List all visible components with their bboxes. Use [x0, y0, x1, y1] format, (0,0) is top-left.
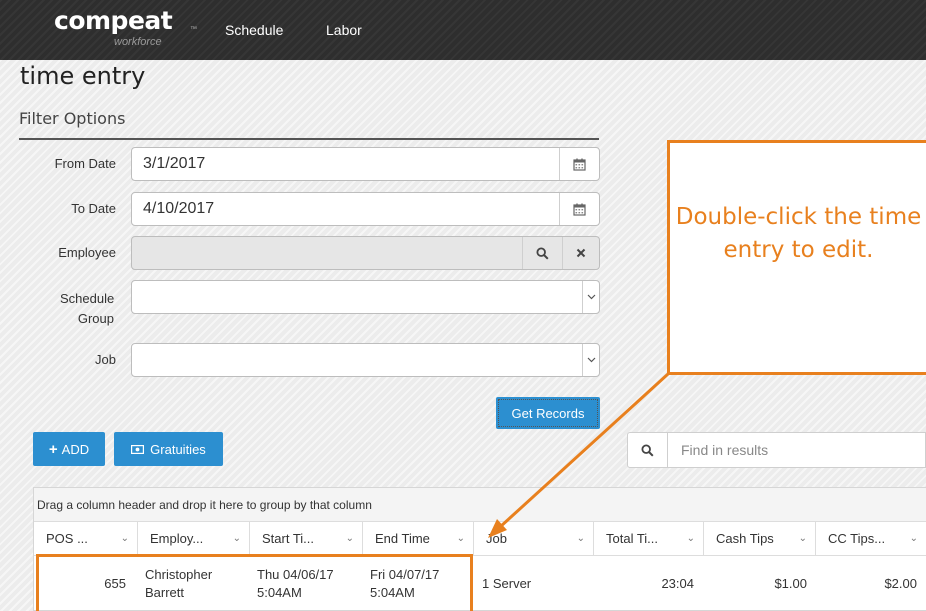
- column-header-cash-tips[interactable]: Cash Tips ⌄: [704, 522, 816, 556]
- column-header-label: CC Tips...: [828, 531, 886, 546]
- start-clock: 5:04AM: [257, 585, 302, 600]
- column-header-label: Job: [486, 531, 507, 546]
- end-clock: 5:04AM: [370, 585, 415, 600]
- schedule-group-label: Schedule Group: [0, 289, 114, 329]
- start-date: Thu 04/06/17: [257, 567, 334, 582]
- job-select[interactable]: [131, 343, 600, 377]
- chevron-down-icon[interactable]: ⌄: [121, 522, 129, 556]
- logo-subtext: workforce: [114, 36, 162, 48]
- schedule-group-label-text: Schedule Group: [60, 291, 115, 326]
- filter-divider: [19, 138, 599, 140]
- cell-job: 1 Server: [482, 576, 532, 591]
- top-nav-bar: compeat ™ workforce Schedule Labor: [0, 0, 926, 60]
- nav-labor[interactable]: Labor: [326, 22, 362, 38]
- cell-start-time: Thu 04/06/17 5:04AM: [257, 557, 361, 611]
- cell-total-time: 23:04: [661, 576, 694, 591]
- clear-icon[interactable]: [562, 237, 599, 269]
- cell-employee: Christopher Barrett: [145, 567, 213, 600]
- column-header-pos[interactable]: POS ... ⌄: [34, 522, 138, 556]
- search-placeholder: Find in results: [681, 442, 769, 458]
- schedule-group-select[interactable]: [131, 280, 600, 314]
- to-date-field[interactable]: 4/10/2017: [131, 192, 600, 226]
- column-header-employee[interactable]: Employ... ⌄: [138, 522, 250, 556]
- cell-cash-tips: $1.00: [774, 576, 807, 591]
- gratuities-button[interactable]: Gratuities: [114, 432, 223, 466]
- to-date-value: 4/10/2017: [143, 200, 215, 217]
- column-header-cc-tips[interactable]: CC Tips... ⌄: [816, 522, 926, 556]
- chevron-down-icon[interactable]: ⌄: [457, 522, 465, 556]
- job-label: Job: [95, 352, 116, 367]
- cell-pos: 655: [104, 576, 126, 591]
- column-header-job[interactable]: Job ⌄: [474, 522, 594, 556]
- gratuities-label: Gratuities: [150, 441, 206, 457]
- nav-schedule[interactable]: Schedule: [225, 22, 283, 38]
- column-header-label: End Time: [375, 531, 430, 546]
- column-header-end-time[interactable]: End Time ⌄: [363, 522, 474, 556]
- callout-text: Double-click the time entry to edit.: [675, 204, 922, 263]
- column-header-total-time[interactable]: Total Ti... ⌄: [594, 522, 704, 556]
- get-records-label: Get Records: [511, 405, 585, 421]
- search-icon: [628, 433, 668, 467]
- from-date-value: 3/1/2017: [143, 155, 206, 172]
- add-button[interactable]: + ADD: [33, 432, 105, 466]
- page-title: time entry: [20, 62, 146, 90]
- get-records-button[interactable]: Get Records: [496, 397, 600, 429]
- chevron-down-icon[interactable]: ⌄: [577, 522, 585, 556]
- from-date-label: From Date: [54, 156, 116, 171]
- plus-icon: +: [48, 440, 58, 458]
- filter-options-title: Filter Options: [19, 109, 126, 128]
- chevron-down-icon[interactable]: ⌄: [687, 522, 695, 556]
- column-header-label: POS ...: [46, 531, 88, 546]
- chevron-down-icon[interactable]: ⌄: [346, 522, 354, 556]
- chevron-down-icon[interactable]: [582, 344, 599, 376]
- chevron-down-icon[interactable]: ⌄: [910, 522, 918, 556]
- column-header-label: Total Ti...: [606, 531, 659, 546]
- cell-cc-tips: $2.00: [884, 576, 917, 591]
- chevron-down-icon[interactable]: [582, 281, 599, 313]
- column-header-start-time[interactable]: Start Ti... ⌄: [250, 522, 363, 556]
- add-label: ADD: [61, 441, 90, 457]
- employee-label: Employee: [58, 245, 116, 260]
- search-icon[interactable]: [522, 237, 562, 269]
- instruction-callout: Double-click the time entry to edit.: [667, 140, 926, 375]
- logo-trademark: ™: [190, 26, 197, 33]
- calendar-icon[interactable]: [559, 148, 599, 180]
- group-drop-area[interactable]: Drag a column header and drop it here to…: [34, 488, 926, 522]
- chevron-down-icon[interactable]: ⌄: [233, 522, 241, 556]
- from-date-field[interactable]: 3/1/2017: [131, 147, 600, 181]
- to-date-label: To Date: [71, 201, 116, 216]
- chevron-down-icon[interactable]: ⌄: [799, 522, 807, 556]
- find-in-results[interactable]: Find in results: [627, 432, 926, 468]
- money-icon: [131, 444, 145, 454]
- employee-field[interactable]: [131, 236, 600, 270]
- column-header-label: Employ...: [150, 531, 204, 546]
- logo-text: compeat: [54, 6, 173, 35]
- cell-end-time: Fri 04/07/17 5:04AM: [370, 557, 470, 611]
- column-header-label: Start Ti...: [262, 531, 315, 546]
- time-entry-grid: Drag a column header and drop it here to…: [33, 487, 926, 611]
- calendar-icon[interactable]: [559, 193, 599, 225]
- logo[interactable]: compeat ™ workforce: [54, 6, 197, 48]
- end-date: Fri 04/07/17: [370, 567, 440, 582]
- column-header-label: Cash Tips: [716, 531, 774, 546]
